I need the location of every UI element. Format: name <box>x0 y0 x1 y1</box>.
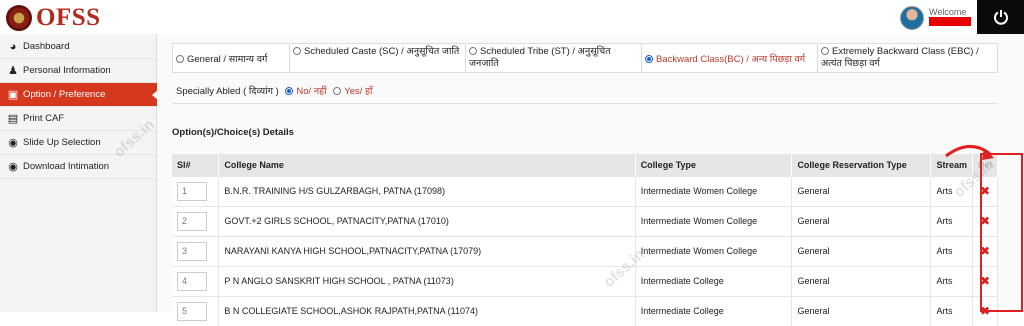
college-name: B.N.R. TRAINING H/S GULZARBAGH, PATNA (1… <box>218 175 636 206</box>
col-college-name: College Name <box>218 154 636 176</box>
stream: Arts <box>930 175 973 206</box>
table-row: 4 P N ANGLO SANSKRIT HIGH SCHOOL , PATNA… <box>172 265 999 296</box>
table-row: 1 B.N.R. TRAINING H/S GULZARBAGH, PATNA … <box>172 175 999 206</box>
radio-sc[interactable] <box>293 47 301 55</box>
power-icon <box>993 10 1008 25</box>
college-name: B N COLLEGIATE SCHOOL,ASHOK RAJPATH,PATN… <box>218 295 636 326</box>
annotation-arrow-icon <box>945 145 994 160</box>
category-general[interactable]: General / सामान्य वर्ग <box>172 43 290 73</box>
dashboard-icon: ◕ <box>9 40 17 53</box>
user-icon: ♟ <box>8 65 18 77</box>
sidebar-item-option-preference[interactable]: ▣ Option / Preference <box>0 83 158 107</box>
sidebar-item-label: Print CAF <box>23 113 65 124</box>
main-content: General / सामान्य वर्ग Scheduled Caste (… <box>157 34 1024 326</box>
preference-order-input[interactable]: 4 <box>177 271 207 291</box>
username-redacted <box>929 17 971 26</box>
college-name: GOVT.+2 GIRLS SCHOOL, PATNACITY,PATNA (1… <box>218 205 636 236</box>
category-options: General / सामान्य वर्ग Scheduled Caste (… <box>172 43 998 73</box>
preference-order-input[interactable]: 1 <box>177 181 207 201</box>
table-header-row: Sl# College Name College Type College Re… <box>172 154 999 176</box>
sidebar-item-dashboard[interactable]: ◕ Dashboard <box>0 35 157 59</box>
section-title: Option(s)/Choice(s) Details <box>172 127 294 138</box>
play-square-icon: ▣ <box>7 89 19 101</box>
id-card-icon: ▤ <box>7 113 19 125</box>
college-type: Intermediate Women College <box>635 175 793 206</box>
sidebar-item-personal-information[interactable]: ♟ Personal Information <box>0 59 157 83</box>
sidebar-item-label: Dashboard <box>23 41 70 52</box>
welcome-label: Welcome <box>929 7 967 17</box>
reservation-type: General <box>791 295 932 326</box>
sidebar-item-print-caf[interactable]: ▤ Print CAF <box>0 107 157 131</box>
reservation-type: General <box>791 235 932 266</box>
seal-icon <box>6 5 32 31</box>
college-type: Intermediate College <box>635 265 793 296</box>
radio-specially-abled-no[interactable] <box>285 87 294 95</box>
preference-order-input[interactable]: 3 <box>177 241 207 261</box>
stream: Arts <box>930 265 973 296</box>
divider <box>172 103 998 104</box>
radio-ebc[interactable] <box>821 47 829 55</box>
preference-order-input[interactable]: 2 <box>177 211 207 231</box>
category-st[interactable]: Scheduled Tribe (ST) / अनुसूचित जनजाति <box>465 43 642 73</box>
college-type: Intermediate Women College <box>635 205 793 236</box>
col-sl: Sl# <box>172 154 220 176</box>
sidebar-item-label: Slide Up Selection <box>23 137 101 148</box>
table-row: 3 NARAYANI KANYA HIGH SCHOOL,PATNACITY,P… <box>172 235 999 266</box>
stream: Arts <box>930 295 973 326</box>
radio-st[interactable] <box>469 47 477 55</box>
sidebar-item-label: Personal Information <box>23 65 111 76</box>
radio-general[interactable] <box>176 55 184 63</box>
category-bc[interactable]: Backward Class(BC) / अन्य पिछड़ा वर्ग <box>641 43 818 73</box>
college-name: P N ANGLO SANSKRIT HIGH SCHOOL , PATNA (… <box>218 265 636 296</box>
sidebar-item-label: Option / Preference <box>23 89 106 100</box>
sidebar-item-slide-up-selection[interactable]: ◉ Slide Up Selection <box>0 131 157 155</box>
avatar <box>900 6 924 30</box>
logout-button[interactable] <box>977 0 1024 34</box>
specially-abled-row: Specially Abled ( दिव्यांग ) No/ नहीं Ye… <box>176 86 373 97</box>
college-type: Intermediate College <box>635 295 793 326</box>
logo-text: OFSS <box>36 4 101 31</box>
comments-icon: ◉ <box>8 161 18 173</box>
radio-specially-abled-yes[interactable] <box>333 87 342 95</box>
college-name: NARAYANI KANYA HIGH SCHOOL,PATNACITY,PAT… <box>218 235 636 266</box>
radio-bc[interactable] <box>645 55 653 63</box>
col-reservation-type: College Reservation Type <box>791 154 932 176</box>
sidebar-item-label: Download Intimation <box>23 161 110 172</box>
delete-column-highlight <box>980 153 1023 312</box>
reservation-type: General <box>791 175 932 206</box>
ofss-logo[interactable]: OFSS <box>6 4 101 32</box>
sidebar-item-download-intimation[interactable]: ◉ Download Intimation <box>0 155 157 179</box>
sidebar: ◕ Dashboard ♟ Personal Information ▣ Opt… <box>0 34 158 312</box>
stream: Arts <box>930 205 973 236</box>
category-sc[interactable]: Scheduled Caste (SC) / अनुसूचित जाति <box>289 43 466 73</box>
stream: Arts <box>930 235 973 266</box>
preference-order-input[interactable]: 5 <box>177 301 207 321</box>
reservation-type: General <box>791 205 932 236</box>
col-college-type: College Type <box>635 154 793 176</box>
top-header: OFSS Welcome <box>0 0 1024 34</box>
choices-table: Sl# College Name College Type College Re… <box>172 154 999 326</box>
table-row: 5 B N COLLEGIATE SCHOOL,ASHOK RAJPATH,PA… <box>172 295 999 326</box>
table-row: 2 GOVT.+2 GIRLS SCHOOL, PATNACITY,PATNA … <box>172 205 999 236</box>
comments-icon: ◉ <box>8 137 18 149</box>
college-type: Intermediate Women College <box>635 235 793 266</box>
category-ebc[interactable]: Extremely Backward Class (EBC) / अत्यंत … <box>817 43 998 73</box>
reservation-type: General <box>791 265 932 296</box>
specially-abled-label: Specially Abled ( दिव्यांग ) <box>176 86 279 97</box>
